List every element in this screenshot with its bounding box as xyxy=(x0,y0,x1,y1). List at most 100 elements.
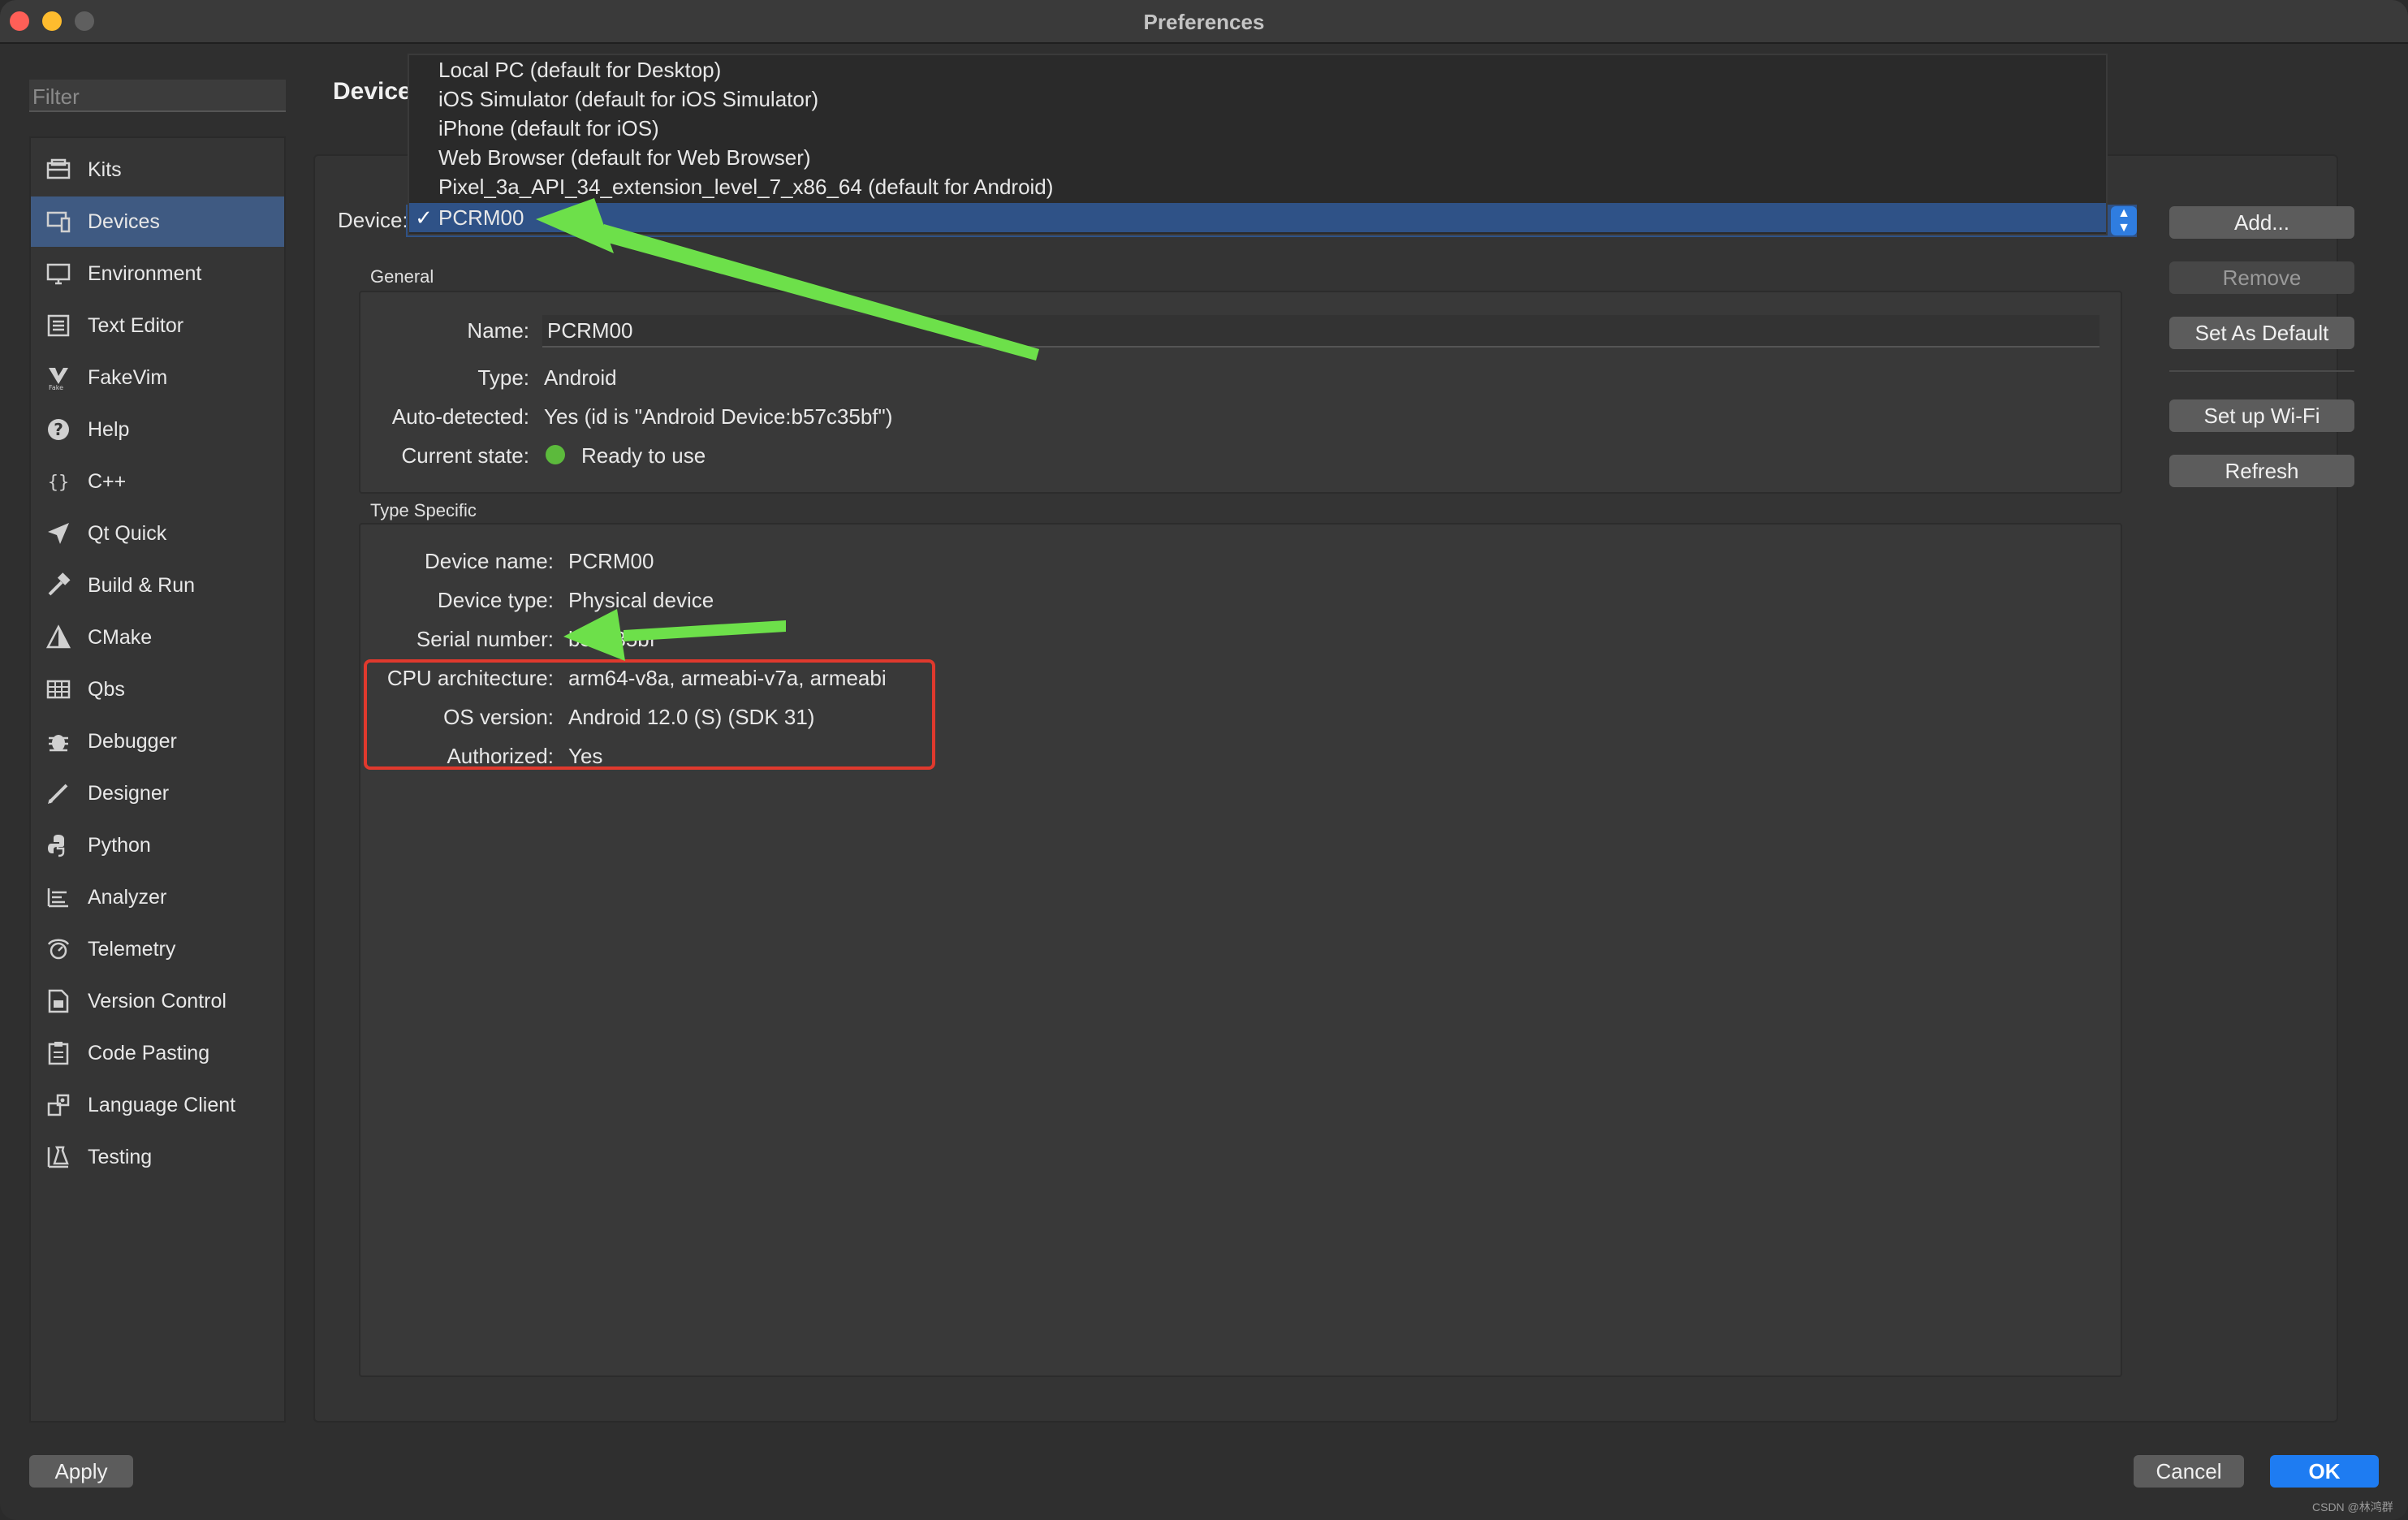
testing-icon xyxy=(44,1142,73,1172)
sidebar-item-debugger[interactable]: Debugger xyxy=(31,716,284,766)
button-divider xyxy=(2169,370,2354,372)
device-name-value: PCRM00 xyxy=(568,549,654,573)
name-label: Name: xyxy=(467,318,529,343)
autodetected-value: Yes (id is "Android Device:b57c35bf") xyxy=(544,404,893,429)
sidebar-item-testing[interactable]: Testing xyxy=(31,1132,284,1182)
dropdown-option-pcrm00[interactable]: ✓ PCRM00 xyxy=(409,203,2106,232)
sidebar-item-language-client[interactable]: Language Client xyxy=(31,1080,284,1130)
refresh-button[interactable]: Refresh xyxy=(2169,455,2354,487)
sidebar-item-label: Build & Run xyxy=(88,573,196,597)
sidebar-item-telemetry[interactable]: Telemetry xyxy=(31,924,284,974)
serial-number-label: Serial number: xyxy=(416,627,554,651)
device-name-label: Device name: xyxy=(425,549,554,573)
svg-text:{}: {} xyxy=(48,473,70,493)
sidebar-item-version-control[interactable]: Version Control xyxy=(31,976,284,1026)
sidebar-item-build-run[interactable]: Build & Run xyxy=(31,560,284,611)
sidebar-item-cmake[interactable]: CMake xyxy=(31,612,284,663)
environment-icon xyxy=(44,259,73,288)
watermark: CSDN @林鸿群 xyxy=(2312,1501,2393,1514)
language-client-icon xyxy=(44,1090,73,1120)
device-dropdown-menu: Local PC (default for Desktop) iOS Simul… xyxy=(408,54,2108,235)
sidebar-item-label: Code Pasting xyxy=(88,1041,210,1064)
sidebar-item-code-pasting[interactable]: Code Pasting xyxy=(31,1028,284,1078)
sidebar-item-environment[interactable]: Environment xyxy=(31,248,284,299)
chevron-updown-icon[interactable]: ▲ ▼ xyxy=(2111,206,2137,235)
sidebar-item-label: Debugger xyxy=(88,729,177,753)
kits-icon xyxy=(44,155,73,184)
sidebar-item-analyzer[interactable]: Analyzer xyxy=(31,872,284,922)
sidebar-item-devices[interactable]: Devices xyxy=(31,196,284,247)
filter-input[interactable]: Filter xyxy=(29,80,286,112)
sidebar-item-label: Qt Quick xyxy=(88,521,167,545)
svg-text:?: ? xyxy=(54,420,63,439)
ok-button[interactable]: OK xyxy=(2270,1455,2379,1488)
cancel-button[interactable]: Cancel xyxy=(2134,1455,2244,1488)
set-as-default-button[interactable]: Set As Default xyxy=(2169,317,2354,349)
sidebar-item-label: Devices xyxy=(88,209,160,233)
analyzer-icon xyxy=(44,883,73,912)
qt-quick-icon xyxy=(44,519,73,548)
sidebar-item-label: Help xyxy=(88,417,130,441)
dropdown-option-ios-simulator[interactable]: iOS Simulator (default for iOS Simulator… xyxy=(409,84,2106,114)
cmake-icon xyxy=(44,623,73,652)
device-type-label: Device type: xyxy=(437,588,554,612)
sidebar-item-label: Qbs xyxy=(88,677,125,701)
sidebar-item-help[interactable]: ? Help xyxy=(31,404,284,455)
debugger-icon xyxy=(44,727,73,756)
autodetected-label: Auto-detected: xyxy=(391,404,529,429)
designer-icon xyxy=(44,779,73,808)
dropdown-option-iphone[interactable]: iPhone (default for iOS) xyxy=(409,114,2106,143)
sidebar-item-label: Analyzer xyxy=(88,885,167,909)
window-title: Preferences xyxy=(1143,10,1265,34)
add-device-button[interactable]: Add... xyxy=(2169,206,2354,239)
current-state-value: Ready to use xyxy=(581,443,706,468)
sidebar-item-qt-quick[interactable]: Qt Quick xyxy=(31,508,284,559)
sidebar-item-label: Kits xyxy=(88,158,122,181)
status-indicator xyxy=(546,445,565,464)
sidebar-item-label: Testing xyxy=(88,1145,153,1168)
checkmark-icon: ✓ xyxy=(415,205,433,230)
sidebar-item-qbs[interactable]: Qbs xyxy=(31,664,284,715)
general-group-title: General xyxy=(370,266,434,287)
sidebar-item-label: Version Control xyxy=(88,989,227,1013)
sidebar-item-label: C++ xyxy=(88,469,127,493)
build-run-icon xyxy=(44,571,73,600)
sidebar-item-python[interactable]: Python xyxy=(31,820,284,870)
sidebar-item-designer[interactable]: Designer xyxy=(31,768,284,818)
help-icon: ? xyxy=(44,415,73,444)
dropdown-option-label: PCRM00 xyxy=(438,205,524,230)
setup-wifi-button[interactable]: Set up Wi-Fi xyxy=(2169,399,2354,432)
sidebar-item-kits[interactable]: Kits xyxy=(31,145,284,195)
sidebar: Kits Devices Environment Text Editor Fak… xyxy=(29,136,286,1423)
dropdown-option-local-pc[interactable]: Local PC (default for Desktop) xyxy=(409,55,2106,84)
device-label: Device: xyxy=(338,208,408,232)
type-specific-group-title: Type Specific xyxy=(370,500,477,520)
sidebar-item-cpp[interactable]: {} C++ xyxy=(31,456,284,507)
annotation-highlight-box xyxy=(364,659,935,770)
preferences-window: Preferences Filter Kits Devices Environm… xyxy=(0,0,2408,1520)
sidebar-item-fakevim[interactable]: Fake FakeVim xyxy=(31,352,284,403)
sidebar-item-label: FakeVim xyxy=(88,365,168,389)
svg-text:Fake: Fake xyxy=(49,384,63,391)
cpp-icon: {} xyxy=(44,467,73,496)
telemetry-icon xyxy=(44,935,73,964)
text-editor-icon xyxy=(44,311,73,340)
sidebar-item-label: Designer xyxy=(88,781,170,805)
current-state-label: Current state: xyxy=(401,443,529,468)
dropdown-option-web-browser[interactable]: Web Browser (default for Web Browser) xyxy=(409,143,2106,172)
sidebar-item-label: Environment xyxy=(88,261,202,285)
remove-device-button[interactable]: Remove xyxy=(2169,261,2354,294)
type-label: Type: xyxy=(477,365,529,390)
apply-button[interactable]: Apply xyxy=(29,1455,133,1488)
qbs-icon xyxy=(44,675,73,704)
sidebar-item-label: Language Client xyxy=(88,1093,236,1116)
fakevim-icon: Fake xyxy=(44,363,73,392)
python-icon xyxy=(44,831,73,860)
device-type-value: Physical device xyxy=(568,588,714,612)
dropdown-option-pixel-emulator[interactable]: Pixel_3a_API_34_extension_level_7_x86_64… xyxy=(409,172,2106,201)
page-title: Device xyxy=(333,78,412,105)
type-value: Android xyxy=(544,365,617,390)
sidebar-item-text-editor[interactable]: Text Editor xyxy=(31,300,284,351)
device-name-field[interactable]: PCRM00 xyxy=(542,315,2099,348)
sidebar-item-label: Python xyxy=(88,833,151,857)
